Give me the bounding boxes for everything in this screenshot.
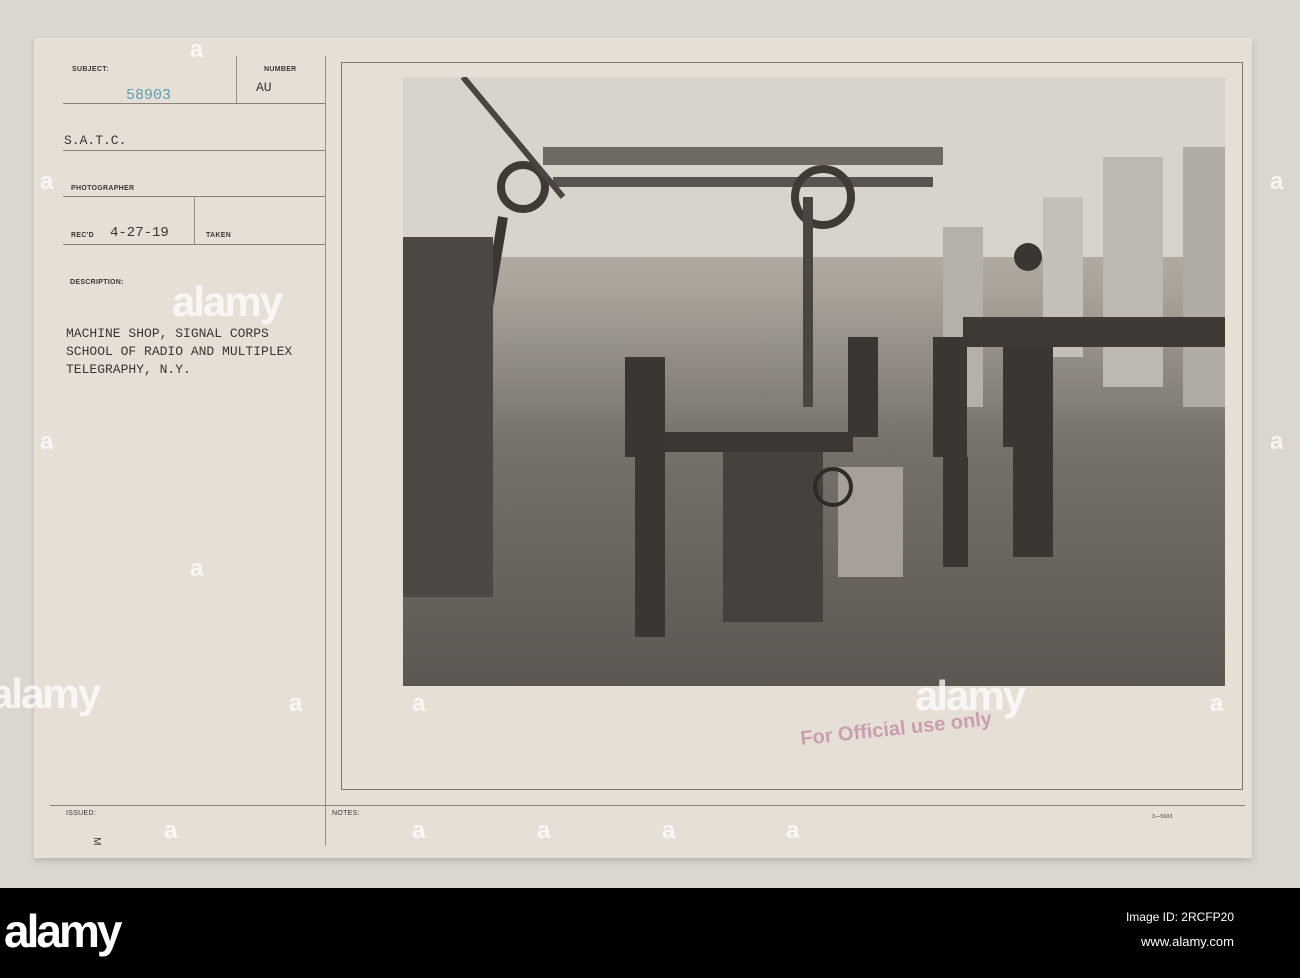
notes-label: NOTES: bbox=[332, 810, 360, 817]
machine-shop-photo bbox=[403, 75, 1225, 686]
description-label: DESCRIPTION: bbox=[70, 279, 124, 286]
description-line-2: SCHOOL OF RADIO AND MULTIPLEX bbox=[66, 344, 293, 359]
watermark-letter: a bbox=[412, 817, 426, 844]
watermark-letter: a bbox=[1210, 690, 1224, 717]
watermark-letter: a bbox=[662, 817, 676, 844]
taken-label: TAKEN bbox=[206, 232, 232, 239]
watermark-logo: alamy bbox=[172, 278, 283, 325]
alamy-logo: alamy bbox=[4, 905, 122, 957]
alamy-url[interactable]: www.alamy.com bbox=[1141, 934, 1234, 949]
unit-value: S.A.T.C. bbox=[64, 133, 127, 148]
watermark-logo: alamy bbox=[0, 670, 101, 717]
watermark-letter: a bbox=[40, 428, 54, 455]
watermark-letter: a bbox=[164, 817, 178, 844]
subject-label: SUBJECT: bbox=[72, 66, 109, 73]
divider bbox=[236, 56, 237, 104]
recd-label: REC'D bbox=[71, 232, 94, 239]
recd-value: 4-27-19 bbox=[110, 225, 169, 241]
column-divider bbox=[325, 56, 326, 846]
watermark-letter: a bbox=[1270, 428, 1284, 455]
stock-footer: alamy Image ID: 2RCFP20 www.alamy.com bbox=[0, 888, 1300, 978]
number-label: NUMBER bbox=[264, 66, 297, 73]
form-code: 3—5603 bbox=[1152, 814, 1173, 820]
watermark-letter: a bbox=[537, 817, 551, 844]
divider bbox=[50, 805, 1245, 806]
divider bbox=[63, 244, 325, 245]
watermark-letter: a bbox=[412, 690, 426, 717]
number-value: AU bbox=[256, 80, 272, 95]
photo-illustration bbox=[403, 75, 1225, 637]
description-line-3: TELEGRAPHY, N.Y. bbox=[66, 362, 191, 377]
divider bbox=[63, 150, 325, 151]
watermark-logo: alamy bbox=[915, 672, 1026, 719]
watermark-letter: a bbox=[289, 690, 303, 717]
watermark-letter: a bbox=[190, 555, 204, 582]
divider bbox=[63, 103, 325, 104]
watermark-letter: a bbox=[1270, 168, 1284, 195]
photographer-label: PHOTOGRAPHER bbox=[71, 185, 135, 192]
watermark-letter: a bbox=[190, 36, 204, 63]
watermark-letter: a bbox=[40, 168, 54, 195]
watermark-letter: a bbox=[786, 817, 800, 844]
image-id: Image ID: 2RCFP20 bbox=[1125, 910, 1234, 924]
divider bbox=[194, 196, 195, 244]
issued-label: ISSUED: bbox=[66, 810, 97, 817]
subject-value: 58903 bbox=[126, 87, 172, 104]
description-line-1: MACHINE SHOP, SIGNAL CORPS bbox=[66, 326, 269, 341]
margin-mark: M bbox=[90, 837, 102, 846]
